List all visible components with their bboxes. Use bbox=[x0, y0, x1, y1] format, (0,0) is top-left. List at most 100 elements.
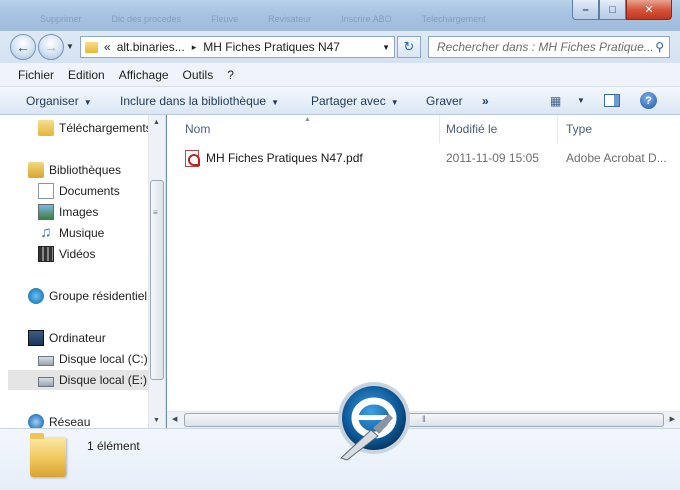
scroll-left-icon[interactable]: ◀ bbox=[172, 415, 177, 423]
nav-label: Vidéos bbox=[59, 247, 96, 261]
homegroup-icon bbox=[28, 288, 44, 304]
folder-icon bbox=[85, 41, 98, 53]
burn-button[interactable]: Graver bbox=[426, 94, 463, 108]
nav-item-computer[interactable]: Ordinateur bbox=[28, 328, 106, 348]
nav-item-libraries[interactable]: Bibliothèques bbox=[28, 160, 121, 180]
column-header-name[interactable]: Nom bbox=[177, 115, 440, 143]
nav-item-documents[interactable]: Documents bbox=[38, 181, 120, 201]
scroll-down-icon[interactable]: ▼ bbox=[153, 417, 160, 424]
nav-label: Images bbox=[59, 205, 99, 219]
menu-bar: Fichier Edition Affichage Outils ? bbox=[0, 63, 680, 87]
nav-item-disk-e[interactable]: Disque local (E:) bbox=[8, 370, 148, 390]
history-dropdown-icon[interactable]: ▼ bbox=[66, 42, 74, 51]
background-ghost-labels: Supprimer Dic des procedes Fleuve Revisa… bbox=[0, 0, 560, 28]
music-note-icon: ♫ bbox=[40, 224, 52, 241]
menu-edit[interactable]: Edition bbox=[68, 68, 105, 82]
nav-item-downloads[interactable]: Téléchargements bbox=[38, 118, 152, 138]
column-label: Type bbox=[566, 122, 593, 136]
share-label: Partager avec bbox=[311, 94, 386, 108]
item-count: 1 élément bbox=[87, 439, 140, 453]
breadcrumb-separator-icon[interactable]: ▸ bbox=[192, 42, 197, 53]
hard-drive-icon bbox=[38, 355, 54, 366]
close-button[interactable]: ✕ bbox=[626, 0, 672, 20]
nav-label: Groupe résidentiel bbox=[49, 289, 148, 303]
menu-view[interactable]: Affichage bbox=[119, 68, 169, 82]
refresh-button[interactable]: ↻ bbox=[397, 36, 421, 58]
column-header-type[interactable]: Type bbox=[558, 115, 680, 143]
address-row: ← → ▼ « alt.binaries... ▸ MH Fiches Prat… bbox=[0, 31, 680, 63]
address-dropdown-icon[interactable]: ▼ bbox=[382, 43, 390, 52]
horizontal-scrollbar[interactable]: ◀ ‖ ▶ bbox=[167, 411, 680, 428]
scroll-up-icon[interactable]: ▲ bbox=[153, 119, 160, 126]
minimize-button[interactable]: – bbox=[572, 0, 599, 20]
menu-tools[interactable]: Outils bbox=[183, 68, 214, 82]
downloads-folder-icon bbox=[38, 120, 54, 136]
nav-item-network[interactable]: Réseau bbox=[28, 412, 90, 428]
column-label: Modifié le bbox=[446, 122, 498, 136]
nav-label: Disque local (E:) bbox=[59, 373, 148, 387]
title-bar: Supprimer Dic des procedes Fleuve Revisa… bbox=[0, 0, 680, 31]
navigation-pane: Téléchargements Bibliothèques Documents … bbox=[0, 115, 166, 428]
preview-pane-icon[interactable] bbox=[604, 94, 620, 107]
documents-icon bbox=[38, 183, 54, 199]
ghost-label: Inscrire ABO bbox=[341, 14, 392, 24]
libraries-icon bbox=[28, 162, 44, 178]
organize-button[interactable]: Organiser ▼ bbox=[26, 94, 92, 108]
refresh-icon: ↻ bbox=[403, 39, 415, 54]
include-library-label: Inclure dans la bibliothèque bbox=[120, 94, 267, 108]
grip-icon: ‖ bbox=[422, 414, 426, 424]
ghost-label: Revisateur bbox=[268, 14, 312, 24]
organize-label: Organiser bbox=[26, 94, 79, 108]
forward-button[interactable]: → bbox=[38, 34, 64, 60]
nav-label: Bibliothèques bbox=[49, 163, 122, 177]
column-header-modified[interactable]: Modifié le bbox=[438, 115, 558, 143]
nav-label: Documents bbox=[59, 184, 120, 198]
nav-item-videos[interactable]: Vidéos bbox=[38, 244, 95, 264]
search-icon[interactable]: ⚲ bbox=[655, 40, 664, 54]
address-overflow[interactable]: « bbox=[104, 40, 111, 54]
chevron-down-icon: ▼ bbox=[271, 98, 280, 107]
nav-item-music[interactable]: ♫ Musique bbox=[38, 223, 104, 243]
menu-help[interactable]: ? bbox=[227, 68, 234, 82]
breadcrumb-segment[interactable]: MH Fiches Pratiques N47 bbox=[203, 40, 340, 54]
nav-item-homegroup[interactable]: Groupe résidentiel bbox=[28, 286, 147, 306]
help-icon[interactable]: ? bbox=[640, 92, 657, 109]
nav-label: Musique bbox=[59, 226, 105, 240]
pdf-file-icon bbox=[185, 150, 200, 167]
search-placeholder: Rechercher dans : MH Fiches Pratique... bbox=[437, 40, 654, 54]
nav-item-disk-c[interactable]: Disque local (C:) bbox=[38, 349, 148, 369]
breadcrumb-segment[interactable]: alt.binaries... bbox=[117, 40, 185, 54]
watermark-logo bbox=[338, 382, 410, 461]
nav-label: Réseau bbox=[49, 415, 91, 428]
computer-icon bbox=[28, 330, 44, 346]
file-row[interactable]: MH Fiches Pratiques N47.pdf 2011-11-09 1… bbox=[185, 150, 680, 168]
scroll-right-icon[interactable]: ▶ bbox=[670, 415, 675, 423]
share-button[interactable]: Partager avec ▼ bbox=[311, 94, 399, 108]
window-controls: – □ ✕ bbox=[572, 0, 672, 20]
address-bar[interactable]: « alt.binaries... ▸ MH Fiches Pratiques … bbox=[80, 36, 395, 58]
include-library-button[interactable]: Inclure dans la bibliothèque ▼ bbox=[120, 94, 279, 108]
command-bar: Organiser ▼ Inclure dans la bibliothèque ▼… bbox=[0, 87, 680, 115]
ghost-label: Supprimer bbox=[40, 14, 82, 24]
column-label: Nom bbox=[185, 122, 211, 136]
arrow-right-icon: → bbox=[44, 39, 58, 55]
maximize-button[interactable]: □ bbox=[599, 0, 626, 20]
nav-label: Téléchargements bbox=[59, 121, 152, 135]
ghost-label: Dic des procedes bbox=[111, 14, 182, 24]
nav-item-images[interactable]: Images bbox=[38, 202, 98, 222]
hard-drive-icon bbox=[38, 376, 54, 387]
menu-file[interactable]: Fichier bbox=[18, 68, 54, 82]
more-commands-button[interactable]: » bbox=[482, 94, 489, 108]
view-dropdown-icon[interactable]: ▼ bbox=[577, 96, 585, 105]
search-input[interactable]: Rechercher dans : MH Fiches Pratique... … bbox=[428, 36, 670, 58]
chevron-down-icon: ▼ bbox=[83, 98, 92, 107]
back-button[interactable]: ← bbox=[10, 34, 36, 60]
nav-label: Disque local (C:) bbox=[59, 352, 148, 366]
file-name: MH Fiches Pratiques N47.pdf bbox=[206, 151, 363, 165]
file-modified: 2011-11-09 15:05 bbox=[446, 151, 539, 165]
nav-vertical-scrollbar[interactable]: ▲ ≡ ▼ bbox=[148, 115, 165, 428]
view-options-icon[interactable]: ▦ bbox=[550, 94, 561, 108]
burn-label: Graver bbox=[426, 94, 463, 108]
network-icon bbox=[28, 414, 44, 428]
chevron-down-icon: ▼ bbox=[390, 98, 399, 107]
